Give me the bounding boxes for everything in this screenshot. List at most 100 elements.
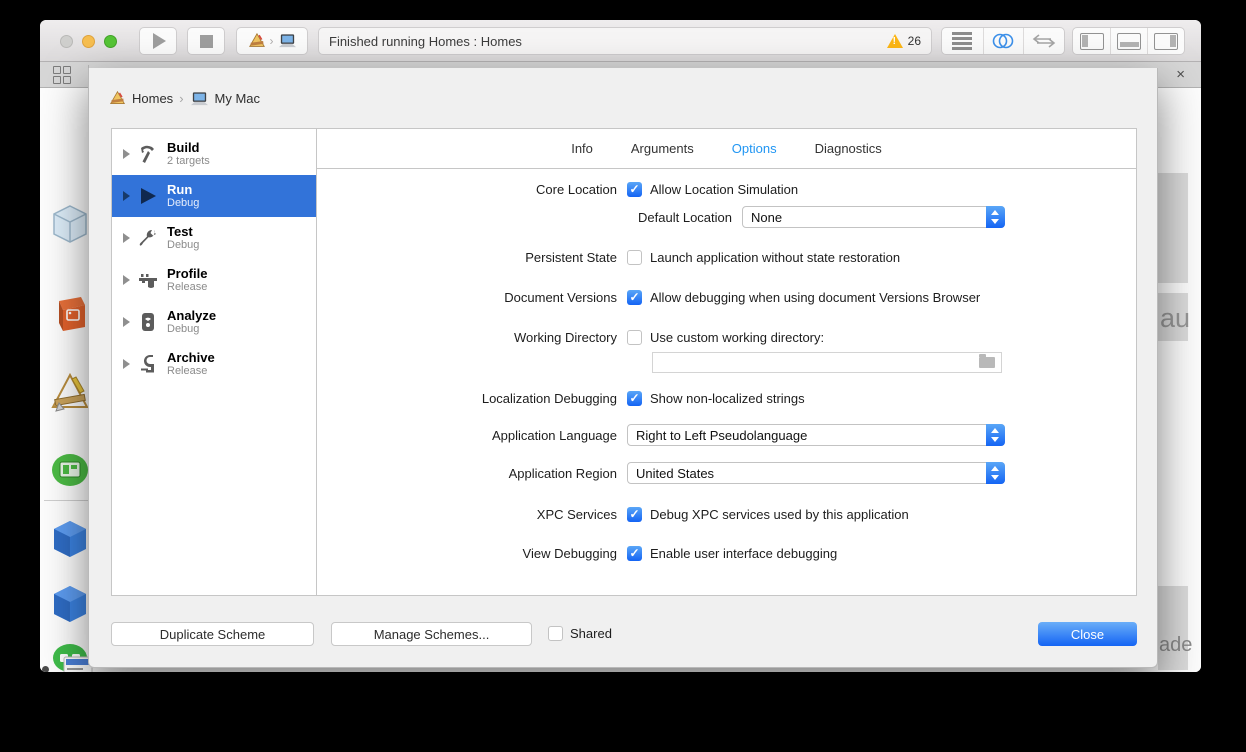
utilities-panel-button[interactable] bbox=[1147, 28, 1184, 54]
default-location-popup[interactable]: None bbox=[742, 206, 1005, 228]
field-label: Document Versions bbox=[504, 289, 617, 305]
app-scheme-icon bbox=[109, 90, 126, 105]
editor-mode-group bbox=[941, 27, 1065, 55]
shared-checkbox[interactable] bbox=[548, 626, 563, 641]
clamp-icon bbox=[136, 352, 160, 376]
assistant-editor-button[interactable] bbox=[982, 28, 1024, 54]
sidebar-item-subtitle: Release bbox=[167, 281, 208, 294]
warning-badge[interactable]: ! 26 bbox=[886, 34, 921, 48]
stop-icon bbox=[199, 34, 213, 48]
application-region-popup[interactable]: United States bbox=[627, 462, 1005, 484]
row-working-directory: Working Directory Use custom working dir… bbox=[317, 326, 1136, 348]
wrench-icon bbox=[136, 226, 160, 250]
application-language-popup[interactable]: Right to Left Pseudolanguage bbox=[627, 424, 1005, 446]
app-scheme-icon bbox=[248, 32, 265, 47]
options-form: Core Location Allow Location Simulation … bbox=[317, 170, 1136, 595]
activity-status-field: Finished running Homes : Homes ! 26 bbox=[318, 27, 932, 55]
popup-value: Right to Left Pseudolanguage bbox=[636, 427, 808, 443]
toolbar: › Finished running Homes : Homes ! 26 bbox=[40, 20, 1201, 62]
utilities-panel-icon bbox=[1154, 32, 1178, 50]
disclosure-triangle-icon[interactable] bbox=[123, 317, 130, 327]
sidebar-item-label: Run bbox=[167, 181, 193, 197]
folder-icon[interactable] bbox=[979, 354, 995, 368]
manage-schemes-button[interactable]: Manage Schemes... bbox=[331, 622, 532, 646]
chevron-right-icon: › bbox=[179, 91, 184, 106]
sidebar-item-analyze[interactable]: Analyze Debug bbox=[112, 301, 316, 343]
field-label: Core Location bbox=[536, 181, 617, 197]
allow-location-simulation-checkbox[interactable] bbox=[627, 181, 642, 197]
row-view-debugging: View Debugging Enable user interface deb… bbox=[317, 542, 1136, 564]
checkbox-label: Use custom working directory: bbox=[650, 329, 825, 345]
debug-area-button[interactable] bbox=[1110, 28, 1147, 54]
working-directory-input[interactable] bbox=[653, 355, 979, 370]
launch-without-state-restoration-checkbox[interactable] bbox=[627, 249, 642, 265]
tab-diagnostics[interactable]: Diagnostics bbox=[815, 141, 882, 156]
disclosure-triangle-icon[interactable] bbox=[123, 149, 130, 159]
bg-text-fragment: au bbox=[1160, 303, 1191, 333]
play-icon bbox=[136, 184, 160, 208]
version-editor-button[interactable] bbox=[1023, 28, 1064, 54]
run-button[interactable] bbox=[139, 27, 177, 55]
actions-sidebar: Build 2 targets Run Debug Test Debug Pro… bbox=[112, 129, 317, 595]
show-non-localized-strings-checkbox[interactable] bbox=[627, 390, 642, 406]
row-default-location: Default Location None bbox=[317, 206, 1136, 228]
window-minimize-button[interactable] bbox=[82, 35, 95, 48]
sidebar-item-subtitle: Debug bbox=[167, 197, 200, 210]
chevron-right-icon: › bbox=[269, 34, 274, 48]
close-button[interactable]: Close bbox=[1038, 622, 1137, 646]
sidebar-item-test[interactable]: Test Debug bbox=[112, 217, 316, 259]
allow-versions-debugging-checkbox[interactable] bbox=[627, 289, 642, 305]
scheme-chooser-button[interactable]: › bbox=[236, 27, 308, 55]
use-custom-working-directory-checkbox[interactable] bbox=[627, 329, 642, 345]
sidebar-item-label: Build bbox=[167, 139, 200, 155]
standard-editor-button[interactable] bbox=[942, 28, 983, 54]
tab-info[interactable]: Info bbox=[571, 141, 593, 156]
shared-checkbox-wrap: Shared bbox=[548, 626, 612, 641]
warning-count: 26 bbox=[907, 34, 921, 48]
meter-icon bbox=[136, 310, 160, 334]
stop-button[interactable] bbox=[187, 27, 225, 55]
related-items-icon[interactable] bbox=[53, 66, 73, 84]
sidebar-item-run[interactable]: Run Debug bbox=[112, 175, 316, 217]
breadcrumb: Homes › My Mac bbox=[109, 90, 260, 107]
row-xpc-services: XPC Services Debug XPC services used by … bbox=[317, 503, 1136, 525]
disclosure-triangle-icon[interactable] bbox=[123, 191, 130, 201]
disclosure-triangle-icon[interactable] bbox=[123, 233, 130, 243]
close-tab-button[interactable]: × bbox=[1176, 66, 1185, 83]
checkbox-label: Debug XPC services used by this applicat… bbox=[650, 506, 909, 522]
sidebar-item-label: Profile bbox=[167, 265, 208, 281]
breadcrumb-destination[interactable]: My Mac bbox=[215, 91, 261, 106]
bg-text-fragment: ade bbox=[1159, 634, 1193, 656]
sidebar-item-archive[interactable]: Archive Release bbox=[112, 343, 316, 385]
window-close-button[interactable] bbox=[60, 35, 73, 48]
navigator-panel-button[interactable] bbox=[1073, 28, 1110, 54]
tab-arguments[interactable]: Arguments bbox=[631, 141, 694, 156]
field-label: Default Location bbox=[638, 209, 732, 225]
sidebar-item-profile[interactable]: Profile Release bbox=[112, 259, 316, 301]
duplicate-scheme-button[interactable]: Duplicate Scheme bbox=[111, 622, 314, 646]
field-label: Persistent State bbox=[525, 249, 617, 265]
panel-tabs: Info Arguments Options Diagnostics bbox=[317, 129, 1136, 169]
breadcrumb-scheme[interactable]: Homes bbox=[132, 91, 173, 106]
scheme-editor-sheet: Homes › My Mac Build 2 targets Run Debug… bbox=[88, 68, 1158, 668]
debug-xpc-services-checkbox[interactable] bbox=[627, 506, 642, 522]
row-document-versions: Document Versions Allow debugging when u… bbox=[317, 286, 1136, 308]
checkbox-label: Allow debugging when using document Vers… bbox=[650, 289, 981, 305]
sidebar-item-label: Test bbox=[167, 223, 193, 239]
popup-stepper-icon bbox=[986, 424, 1005, 446]
navigator-panel-icon bbox=[1079, 32, 1104, 50]
disclosure-triangle-icon[interactable] bbox=[123, 359, 130, 369]
window-zoom-button[interactable] bbox=[104, 35, 117, 48]
checkbox-label: Shared bbox=[570, 626, 612, 641]
assistant-editor-icon bbox=[993, 33, 1014, 49]
library-bullet bbox=[42, 666, 49, 672]
enable-ui-debugging-checkbox[interactable] bbox=[627, 545, 642, 561]
library-application-icon bbox=[48, 371, 92, 413]
disclosure-triangle-icon[interactable] bbox=[123, 275, 130, 285]
sidebar-item-build[interactable]: Build 2 targets bbox=[112, 133, 316, 175]
tab-options[interactable]: Options bbox=[732, 141, 777, 156]
field-label: Working Directory bbox=[513, 329, 617, 345]
standard-editor-icon bbox=[952, 32, 973, 35]
scheme-editor-main: Build 2 targets Run Debug Test Debug Pro… bbox=[111, 128, 1137, 596]
row-core-location: Core Location Allow Location Simulation bbox=[317, 178, 1136, 200]
